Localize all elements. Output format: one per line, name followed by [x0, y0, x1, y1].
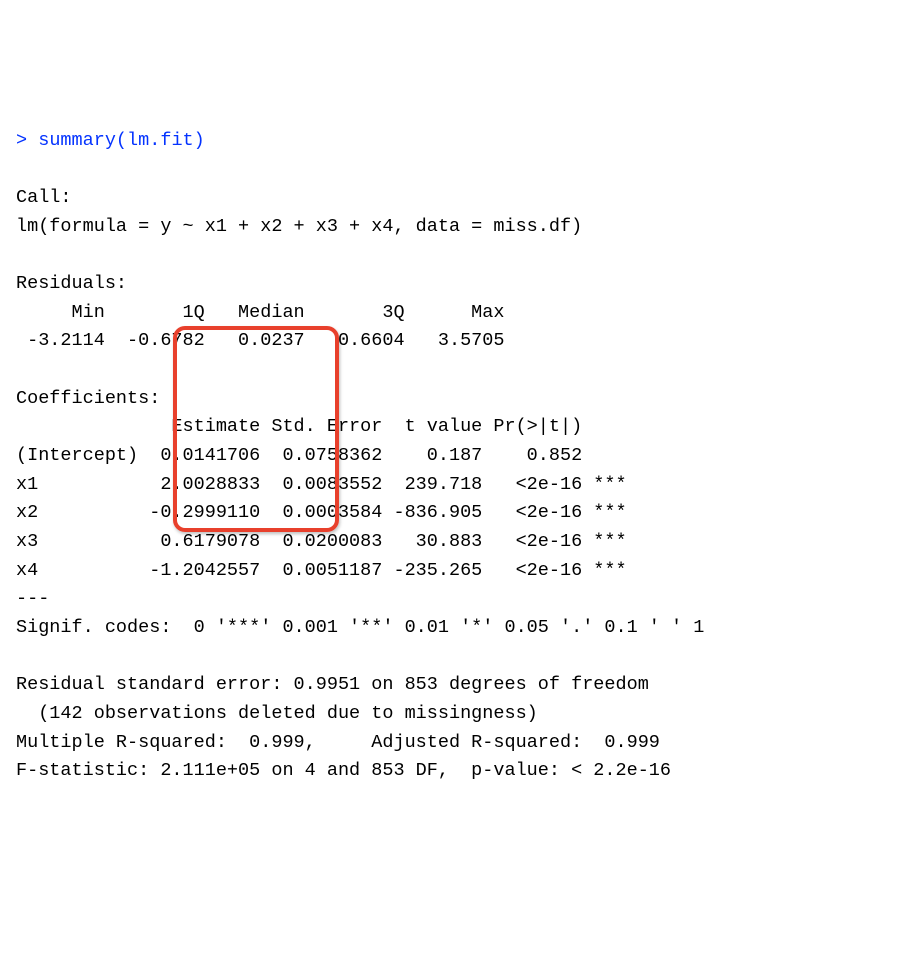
residuals-label: Residuals: [16, 273, 127, 294]
residuals-values: -3.2114 -0.6782 0.0237 0.6604 3.5705 [16, 330, 516, 351]
coef-row-x2: x2 -0.2999110 0.0003584 -836.905 <2e-16 … [16, 502, 627, 523]
console-prompt: > [16, 130, 38, 151]
coefficients-header: Estimate Std. Error t value Pr(>|t|) [16, 416, 627, 437]
coef-row-x3: x3 0.6179078 0.0200083 30.883 <2e-16 *** [16, 531, 627, 552]
coef-row-x4: x4 -1.2042557 0.0051187 -235.265 <2e-16 … [16, 560, 627, 581]
deleted-observations: (142 observations deleted due to missing… [16, 703, 538, 724]
f-statistic: F-statistic: 2.111e+05 on 4 and 853 DF, … [16, 760, 671, 781]
separator-dashes: --- [16, 588, 49, 609]
coef-row-x1: x1 2.0028833 0.0083552 239.718 <2e-16 **… [16, 474, 627, 495]
residuals-header: Min 1Q Median 3Q Max [16, 302, 516, 323]
call-formula: lm(formula = y ~ x1 + x2 + x3 + x4, data… [16, 216, 582, 237]
r-squared: Multiple R-squared: 0.999, Adjusted R-sq… [16, 732, 671, 753]
coef-row-intercept: (Intercept) 0.0141706 0.0758362 0.187 0.… [16, 445, 627, 466]
console-command: summary(lm.fit) [38, 130, 205, 151]
residual-std-error: Residual standard error: 0.9951 on 853 d… [16, 674, 649, 695]
signif-codes: Signif. codes: 0 '***' 0.001 '**' 0.01 '… [16, 617, 704, 638]
coefficients-label: Coefficients: [16, 388, 160, 409]
call-label: Call: [16, 187, 72, 208]
